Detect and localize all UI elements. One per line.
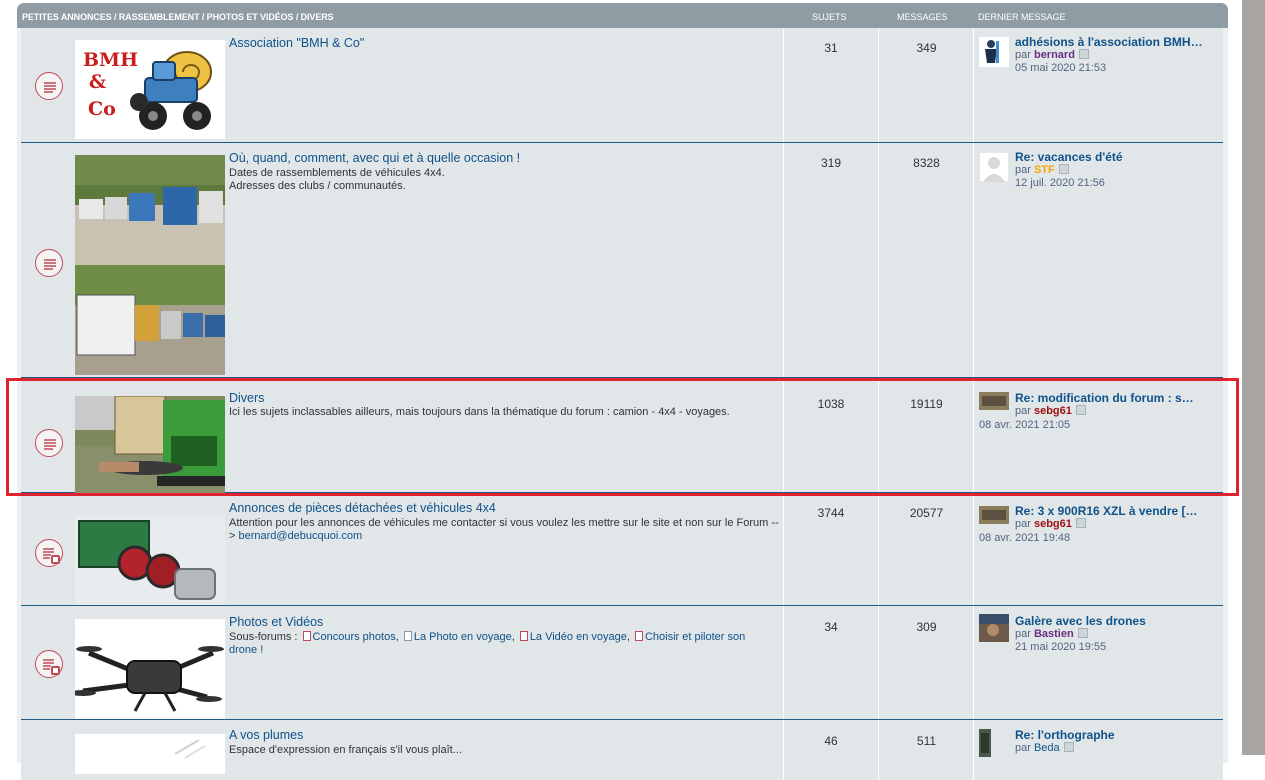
last-post-date: 05 mai 2020 21:53 <box>1015 62 1107 74</box>
forum-title-link[interactable]: Photos et Vidéos <box>229 615 323 629</box>
last-post: Re: l'orthographe par Beda <box>973 720 1224 780</box>
last-post-author-line: par Bastien <box>1015 628 1088 640</box>
forum-image[interactable] <box>75 734 225 774</box>
logo-text-bmh: BMH <box>83 49 138 71</box>
category-header: PETITES ANNONCES / RASSEMBLEMENT / PHOTO… <box>17 3 1228 28</box>
forum-read-icon <box>35 249 63 277</box>
svg-text:&: & <box>89 71 106 93</box>
topics-count: 3744 <box>783 493 878 605</box>
forum-image[interactable] <box>75 515 225 605</box>
highlight-box <box>6 378 1239 496</box>
window-edge <box>1242 0 1265 755</box>
forum-title-link[interactable]: Où, quand, comment, avec qui et à quelle… <box>229 151 520 165</box>
email-link[interactable]: bernard@debucquoi.com <box>238 530 362 542</box>
last-post-author-line: par STF <box>1015 164 1069 176</box>
forum-image[interactable]: BMH & Co <box>75 40 225 139</box>
last-post-avatar[interactable] <box>979 614 1009 642</box>
last-post-author-link[interactable]: STF <box>1034 164 1055 176</box>
forum-row: A vos plumes Espace d'expression en fran… <box>21 720 1223 780</box>
topics-count: 34 <box>783 606 878 719</box>
last-post: Re: vacances d'été par STF 12 juil. 2020… <box>973 143 1224 377</box>
last-post-avatar[interactable] <box>979 152 1009 182</box>
posts-count: 8328 <box>878 143 974 377</box>
view-latest-post-icon[interactable] <box>1077 628 1088 638</box>
last-post: Re: 3 x 900R16 XZL à vendre [… par sebg6… <box>973 493 1224 605</box>
last-post: Galère avec les drones par Bastien 21 ma… <box>973 606 1224 719</box>
last-post-title-link[interactable]: Re: l'orthographe <box>1015 728 1220 742</box>
view-latest-post-icon[interactable] <box>1063 742 1074 752</box>
last-post-title-link[interactable]: adhésions à l'association BMH… <box>1015 35 1220 49</box>
last-post-author-link[interactable]: bernard <box>1034 49 1075 61</box>
posts-column-header: MESSAGES <box>897 12 948 22</box>
last-post-date: 08 avr. 2021 19:48 <box>979 532 1071 544</box>
forum-row: Annonces de pièces détachées et véhicule… <box>21 493 1223 606</box>
subforum-icon <box>403 631 412 641</box>
forum-title-link[interactable]: Annonces de pièces détachées et véhicule… <box>229 501 496 515</box>
last-post-column-header: DERNIER MESSAGE <box>978 12 1066 22</box>
forum-title-link[interactable]: Association "BMH & Co" <box>229 36 364 50</box>
topics-count: 319 <box>783 143 878 377</box>
forum-read-icon <box>35 72 63 100</box>
last-post-author-line: par sebg61 <box>1015 518 1086 530</box>
view-latest-post-icon[interactable] <box>1058 164 1069 174</box>
last-post-avatar[interactable] <box>979 729 991 757</box>
last-post-avatar[interactable] <box>979 37 1009 67</box>
last-post-author-link[interactable]: Bastien <box>1034 628 1074 640</box>
posts-count: 511 <box>878 720 974 780</box>
last-post-author-link[interactable]: sebg61 <box>1034 518 1072 530</box>
subforum-icon <box>302 631 311 641</box>
last-post: adhésions à l'association BMH… par berna… <box>973 28 1224 142</box>
last-post-author-link[interactable]: Beda <box>1034 742 1060 754</box>
subforum-icon <box>519 631 528 641</box>
view-latest-post-icon[interactable] <box>1078 49 1089 59</box>
last-post-title-link[interactable]: Re: 3 x 900R16 XZL à vendre [… <box>1015 504 1220 518</box>
subforum-link[interactable]: Concours photos <box>313 631 396 643</box>
forum-image[interactable] <box>75 155 225 375</box>
subforum-link[interactable]: La Photo en voyage <box>414 631 512 643</box>
last-post-title-link[interactable]: Re: vacances d'été <box>1015 150 1220 164</box>
forum-description: Attention pour les annonces de véhicules… <box>229 517 779 542</box>
forum-row: BMH & Co Association "BMH & Co" 31 349 a… <box>21 28 1223 143</box>
forum-unread-icon <box>35 539 63 567</box>
category-title[interactable]: PETITES ANNONCES / RASSEMBLEMENT / PHOTO… <box>22 12 334 22</box>
subforums-list: Sous-forums : Concours photos, La Photo … <box>229 631 746 656</box>
forum-row: Photos et Vidéos Sous-forums : Concours … <box>21 606 1223 720</box>
forum-image[interactable] <box>75 619 225 719</box>
forum-unread-icon <box>35 650 63 678</box>
last-post-date: 21 mai 2020 19:55 <box>1015 641 1107 653</box>
last-post-title-link[interactable]: Galère avec les drones <box>1015 614 1220 628</box>
forum-description: Dates de rassemblements de véhicules 4x4… <box>229 167 445 192</box>
last-post-author-line: par Beda <box>1015 742 1074 754</box>
posts-count: 309 <box>878 606 974 719</box>
forum-description: Espace d'expression en français s'il vou… <box>229 744 462 756</box>
view-latest-post-icon[interactable] <box>1075 518 1086 528</box>
subforum-icon <box>634 631 643 641</box>
last-post-date: 12 juil. 2020 21:56 <box>1015 177 1105 189</box>
topics-count: 31 <box>783 28 878 142</box>
posts-count: 349 <box>878 28 974 142</box>
subforum-link[interactable]: La Vidéo en voyage <box>530 631 627 643</box>
svg-text:Co: Co <box>88 98 116 120</box>
topics-count: 46 <box>783 720 878 780</box>
topics-column-header: SUJETS <box>812 12 847 22</box>
forum-title-link[interactable]: A vos plumes <box>229 728 303 742</box>
forum-row: Où, quand, comment, avec qui et à quelle… <box>21 143 1223 378</box>
posts-count: 20577 <box>878 493 974 605</box>
last-post-avatar[interactable] <box>979 506 1009 524</box>
last-post-author-line: par bernard <box>1015 49 1089 61</box>
